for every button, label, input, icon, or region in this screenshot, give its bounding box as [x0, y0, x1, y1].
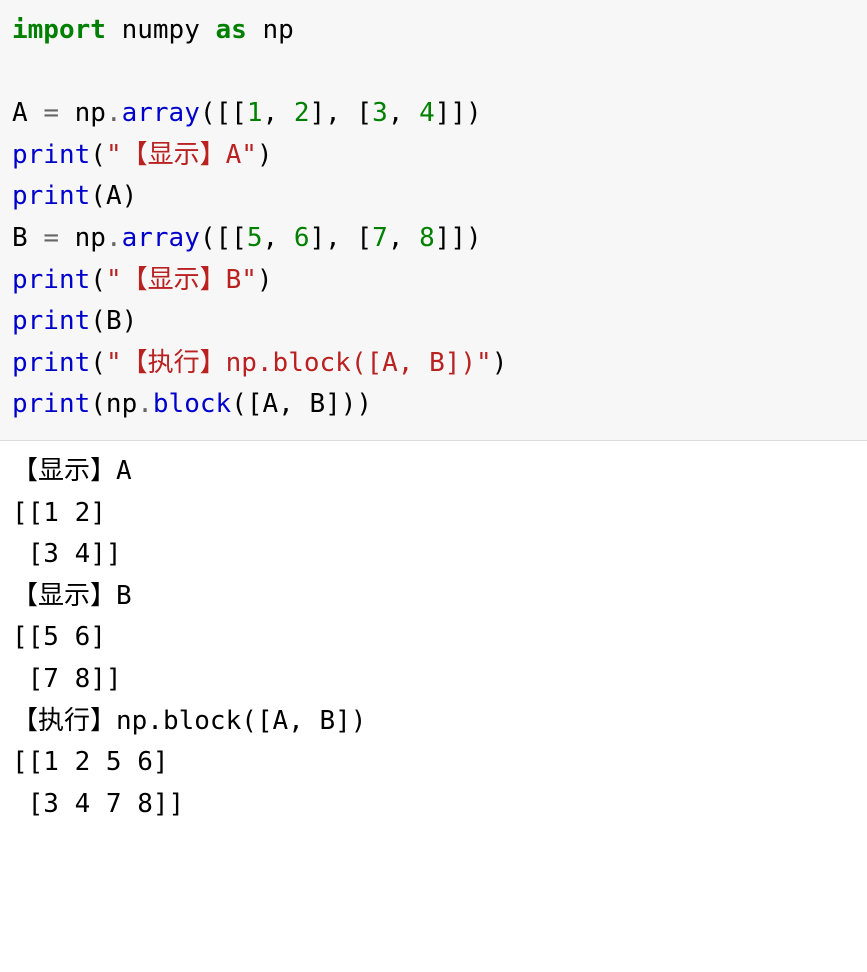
num: 4	[419, 98, 435, 128]
output-line: 【显示】A	[12, 456, 132, 486]
module-name: numpy	[106, 15, 216, 45]
op-assign: =	[43, 223, 59, 253]
bracket: ], [	[309, 223, 372, 253]
output-line: [[1 2]	[12, 498, 106, 528]
fn-array: array	[122, 223, 200, 253]
paren: )	[257, 265, 273, 295]
paren: )	[257, 140, 273, 170]
keyword-import: import	[12, 15, 106, 45]
paren: ([[	[200, 223, 247, 253]
code-content: import numpy as np A = np.array([[1, 2],…	[12, 10, 855, 426]
comma: ,	[263, 223, 294, 253]
dot: .	[106, 98, 122, 128]
string-literal: "【执行】np.block([A, B])"	[106, 348, 492, 378]
args: ([A, B]))	[231, 389, 372, 419]
string-literal: "【显示】B"	[106, 265, 257, 295]
fn-print: print	[12, 348, 90, 378]
paren: (	[90, 265, 106, 295]
output-line: [7 8]]	[12, 664, 122, 694]
np-prefix: np	[59, 98, 106, 128]
output-line: [[1 2 5 6]	[12, 747, 169, 777]
num: 5	[247, 223, 263, 253]
paren: )	[122, 306, 138, 336]
num: 1	[247, 98, 263, 128]
output-line: 【执行】np.block([A, B])	[12, 706, 366, 736]
num: 6	[294, 223, 310, 253]
comma: ,	[263, 98, 294, 128]
np-prefix: np	[59, 223, 106, 253]
dot: .	[137, 389, 153, 419]
fn-print: print	[12, 140, 90, 170]
output-line: [[5 6]	[12, 622, 106, 652]
paren: )	[492, 348, 508, 378]
fn-print: print	[12, 265, 90, 295]
output-content: 【显示】A [[1 2] [3 4]] 【显示】B [[5 6] [7 8]] …	[12, 451, 855, 825]
output-line: 【显示】B	[12, 581, 132, 611]
fn-print: print	[12, 389, 90, 419]
var-b: B	[12, 223, 43, 253]
paren: (np	[90, 389, 137, 419]
fn-print: print	[12, 306, 90, 336]
paren: ]])	[435, 223, 482, 253]
paren: ([[	[200, 98, 247, 128]
num: 7	[372, 223, 388, 253]
comma: ,	[388, 98, 419, 128]
paren: (	[90, 140, 106, 170]
fn-array: array	[122, 98, 200, 128]
output-line: [3 4]]	[12, 539, 122, 569]
num: 3	[372, 98, 388, 128]
string-literal: "【显示】A"	[106, 140, 257, 170]
keyword-as: as	[216, 15, 247, 45]
paren: (	[90, 181, 106, 211]
alias-name: np	[247, 15, 294, 45]
paren: (	[90, 306, 106, 336]
dot: .	[106, 223, 122, 253]
fn-block: block	[153, 389, 231, 419]
var-a: A	[12, 98, 43, 128]
paren: ]])	[435, 98, 482, 128]
fn-print: print	[12, 181, 90, 211]
bracket: ], [	[309, 98, 372, 128]
num: 8	[419, 223, 435, 253]
num: 2	[294, 98, 310, 128]
output-cell: 【显示】A [[1 2] [3 4]] 【显示】B [[5 6] [7 8]] …	[0, 441, 867, 835]
arg: A	[106, 181, 122, 211]
op-assign: =	[43, 98, 59, 128]
comma: ,	[388, 223, 419, 253]
paren: (	[90, 348, 106, 378]
output-line: [3 4 7 8]]	[12, 789, 184, 819]
paren: )	[122, 181, 138, 211]
arg: B	[106, 306, 122, 336]
code-input-cell: import numpy as np A = np.array([[1, 2],…	[0, 0, 867, 441]
